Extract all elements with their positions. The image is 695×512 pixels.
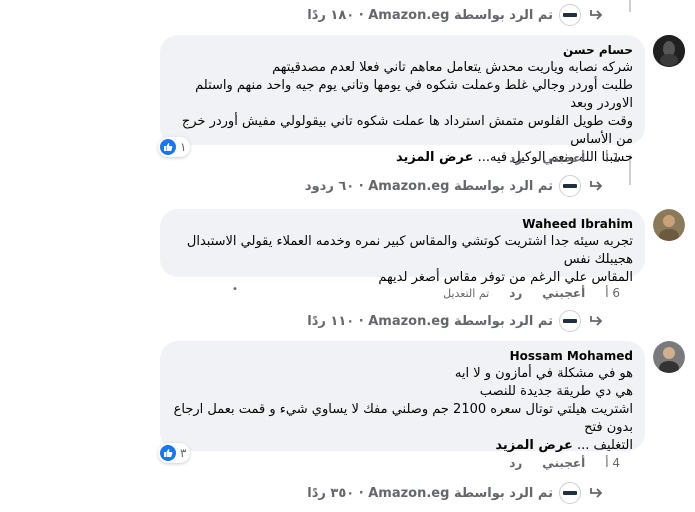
reaction-count: ٣ bbox=[180, 446, 187, 460]
comment-text: هو في مشكلة في أمازون و لا ايه هي دي طري… bbox=[173, 366, 633, 453]
comment-actions: 6 أ أعجبني رد تم التعديل bbox=[443, 286, 620, 300]
amazon-logo-icon bbox=[559, 310, 581, 332]
reply-action[interactable]: رد bbox=[509, 151, 522, 165]
reply-summary-text[interactable]: تم الرد بواسطة Amazon.eg · ٣٥٠ ردًا bbox=[307, 486, 553, 501]
reply-arrow-icon bbox=[587, 312, 605, 330]
avatar[interactable] bbox=[653, 209, 685, 241]
reply-arrow-icon bbox=[587, 177, 605, 195]
avatar[interactable] bbox=[653, 341, 685, 373]
like-action[interactable]: أعجبني bbox=[542, 456, 585, 470]
comment-author[interactable]: حسام حسن bbox=[172, 43, 633, 57]
like-action[interactable]: أعجبني bbox=[542, 286, 585, 300]
view-replies-row[interactable]: تم الرد بواسطة Amazon.eg · ١١٠ ردًا bbox=[307, 308, 605, 334]
comment-actions: 1 أ أعجبني رد bbox=[509, 151, 620, 165]
comment-item: حسام حسن شركه نصابه وياريت محدش يتعامل م… bbox=[158, 35, 685, 165]
edited-label: تم التعديل bbox=[443, 286, 490, 300]
comment-author[interactable]: Waheed Ibrahim bbox=[172, 217, 633, 231]
comment-text: تجربه سيئه جدا اشتريت كوتشي والمقاس كبير… bbox=[186, 234, 633, 285]
amazon-logo-icon bbox=[559, 4, 581, 26]
avatar[interactable] bbox=[653, 35, 685, 67]
reply-summary-text[interactable]: تم الرد بواسطة Amazon.eg · ٦٠ ردود bbox=[305, 179, 553, 194]
see-more-link[interactable]: عرض المزيد bbox=[396, 150, 474, 165]
see-more-link[interactable]: عرض المزيد bbox=[495, 438, 573, 453]
reply-arrow-icon bbox=[587, 484, 605, 502]
like-thumb-icon bbox=[160, 139, 176, 155]
view-replies-row[interactable]: تم الرد بواسطة Amazon.eg · ٦٠ ردود bbox=[305, 173, 605, 199]
reaction-count: ١ bbox=[180, 140, 187, 154]
reaction-badge[interactable]: ٣ bbox=[158, 443, 191, 463]
reply-summary-text[interactable]: تم الرد بواسطة Amazon.eg · ١٨٠ ردًا bbox=[307, 8, 553, 23]
comment-bubble: حسام حسن شركه نصابه وياريت محدش يتعامل م… bbox=[158, 35, 645, 165]
like-action[interactable]: أعجبني bbox=[542, 151, 585, 165]
separator-dot: • bbox=[232, 284, 238, 295]
comment-timestamp[interactable]: 4 أ bbox=[605, 456, 620, 470]
comment-timestamp[interactable]: 1 أ bbox=[605, 151, 620, 165]
reply-summary-text[interactable]: تم الرد بواسطة Amazon.eg · ١١٠ ردًا bbox=[307, 314, 553, 329]
reply-action[interactable]: رد bbox=[509, 456, 522, 470]
comment-bubble: Hossam Mohamed هو في مشكلة في أمازون و ل… bbox=[158, 341, 645, 463]
reaction-badge[interactable]: ١ bbox=[158, 137, 191, 157]
view-replies-row[interactable]: تم الرد بواسطة Amazon.eg · ٣٥٠ ردًا bbox=[307, 480, 605, 506]
comment-item: Waheed Ibrahim تجربه سيئه جدا اشتريت كوت… bbox=[160, 209, 685, 285]
comment-actions: 4 أ أعجبني رد bbox=[509, 456, 620, 470]
reply-action[interactable]: رد bbox=[509, 286, 522, 300]
comment-timestamp[interactable]: 6 أ bbox=[605, 286, 620, 300]
thread-connector-line bbox=[629, 0, 631, 12]
like-thumb-icon bbox=[160, 445, 176, 461]
reply-arrow-icon bbox=[587, 6, 605, 24]
comment-author[interactable]: Hossam Mohamed bbox=[172, 349, 633, 363]
comment-bubble: Waheed Ibrahim تجربه سيئه جدا اشتريت كوت… bbox=[160, 209, 645, 285]
amazon-logo-icon bbox=[559, 482, 581, 504]
amazon-logo-icon bbox=[559, 175, 581, 197]
comment-item: Hossam Mohamed هو في مشكلة في أمازون و ل… bbox=[158, 341, 685, 463]
view-replies-row[interactable]: تم الرد بواسطة Amazon.eg · ١٨٠ ردًا bbox=[307, 2, 605, 28]
